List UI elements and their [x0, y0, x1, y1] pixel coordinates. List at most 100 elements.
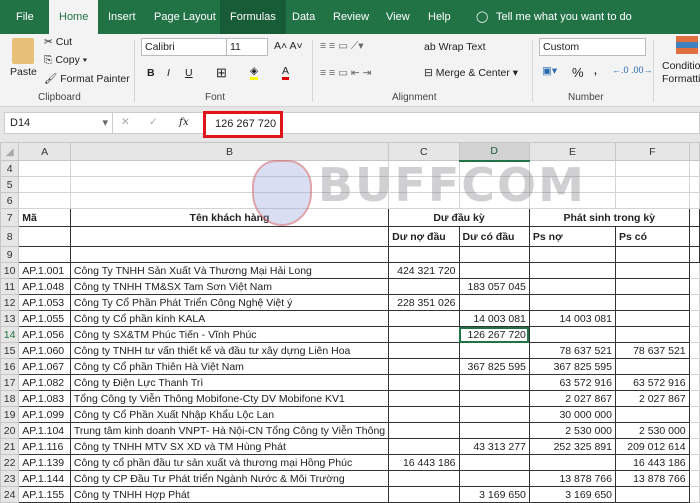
cell[interactable]: [688, 160, 700, 177]
cell-du-no-dau[interactable]: [388, 470, 460, 487]
cell[interactable]: [18, 176, 71, 193]
cell-ma[interactable]: AP.1.056: [18, 326, 71, 343]
cell-du-co-dau[interactable]: [458, 374, 530, 391]
select-all-button[interactable]: ◢: [0, 142, 20, 161]
cell-ps-no[interactable]: 252 325 891: [528, 438, 617, 455]
cell-ma[interactable]: AP.1.053: [18, 294, 71, 311]
cell-ma[interactable]: AP.1.067: [18, 358, 71, 375]
cell[interactable]: [18, 192, 71, 209]
cell-du-no-dau[interactable]: [388, 358, 460, 375]
formula-input-area[interactable]: ✕ ✓ fx: [112, 112, 700, 134]
row-header[interactable]: 11: [0, 278, 20, 295]
cell[interactable]: [688, 342, 700, 359]
cell-ps-co[interactable]: [615, 278, 690, 295]
percent-button[interactable]: %: [572, 65, 584, 80]
cell-ps-no[interactable]: 367 825 595: [528, 358, 617, 375]
cell[interactable]: [688, 246, 700, 263]
font-name-select[interactable]: Calibri: [141, 38, 227, 56]
cell-ps-no[interactable]: 14 003 081: [528, 310, 617, 327]
cell-ps-co[interactable]: 13 878 766: [615, 470, 690, 487]
row-header[interactable]: 15: [0, 342, 20, 359]
cell-du-co-dau[interactable]: [458, 342, 530, 359]
cell-ten[interactable]: Công Ty TNHH Sản Xuất Và Thương Mại Hải …: [69, 262, 390, 279]
cell-ma[interactable]: AP.1.082: [18, 374, 71, 391]
cell[interactable]: [615, 246, 690, 263]
header-du-co-dau[interactable]: Dư có đầu: [458, 226, 530, 247]
tab-page-layout[interactable]: Page Layout: [146, 0, 224, 34]
tab-help[interactable]: Help: [420, 0, 459, 34]
cell-ps-no[interactable]: 30 000 000: [528, 406, 617, 423]
cell-ten[interactable]: Công ty cổ phần đầu tư sản xuất và thươn…: [69, 454, 390, 471]
cell-du-co-dau[interactable]: 14 003 081: [458, 310, 530, 327]
indent-icons[interactable]: ≡ ≡ ▭ ⇤ ⇥: [320, 67, 371, 79]
row-header[interactable]: 24: [0, 486, 20, 503]
cell-du-no-dau[interactable]: 228 351 026: [388, 294, 460, 311]
conditional-formatting-button[interactable]: Conditional Formatting: [662, 60, 700, 86]
cell[interactable]: [688, 390, 700, 407]
cell[interactable]: [615, 176, 690, 193]
row-header[interactable]: 4: [0, 160, 20, 177]
cell-ma[interactable]: AP.1.001: [18, 262, 71, 279]
tab-formulas[interactable]: Formulas: [220, 0, 286, 34]
row-header[interactable]: 21: [0, 438, 20, 455]
cell-du-co-dau[interactable]: [458, 390, 530, 407]
row-header[interactable]: 23: [0, 470, 20, 487]
cell-ps-co[interactable]: [615, 310, 690, 327]
formula-input[interactable]: 126 267 720: [203, 111, 283, 138]
cell-ten[interactable]: Công ty TNHH TM&SX Tam Sơn Việt Nam: [69, 278, 390, 295]
cell-ten[interactable]: Công ty SX&TM Phúc Tiến - Vĩnh Phúc: [69, 326, 390, 343]
comma-button[interactable]: ,: [594, 65, 597, 77]
cell-ps-no[interactable]: 2 027 867: [528, 390, 617, 407]
cell-ps-no[interactable]: 2 530 000: [528, 422, 617, 439]
cell-ma[interactable]: AP.1.104: [18, 422, 71, 439]
cell-ten[interactable]: Trung tâm kinh doanh VNPT- Hà Nội-CN Tổn…: [69, 422, 390, 439]
header-ps-co[interactable]: Ps có: [615, 226, 690, 247]
cell-du-no-dau[interactable]: [388, 326, 460, 343]
cell[interactable]: [688, 208, 700, 227]
row-header[interactable]: 20: [0, 422, 20, 439]
cell[interactable]: [615, 160, 690, 177]
cell-ma[interactable]: AP.1.060: [18, 342, 71, 359]
cell-ps-co[interactable]: 209 012 614: [615, 438, 690, 455]
merge-center-button[interactable]: ⊟ Merge & Center ▾: [424, 67, 518, 79]
accounting-icon[interactable]: ▣▾: [542, 65, 557, 77]
header-ps-no[interactable]: Ps nợ: [528, 226, 617, 247]
row-header[interactable]: 16: [0, 358, 20, 375]
tab-insert[interactable]: Insert: [100, 0, 144, 34]
cell-du-no-dau[interactable]: [388, 374, 460, 391]
number-format-select[interactable]: Custom: [539, 38, 646, 56]
cell[interactable]: [528, 246, 617, 263]
cell-du-co-dau[interactable]: [458, 262, 530, 279]
cell[interactable]: [688, 310, 700, 327]
cell-du-no-dau[interactable]: [388, 342, 460, 359]
cell[interactable]: [688, 454, 700, 471]
cell-ps-co[interactable]: [615, 294, 690, 311]
cell-ps-no[interactable]: 3 169 650: [528, 486, 617, 503]
cell-ten[interactable]: Công ty TNHH MTV SX XD và TM Hùng Phát: [69, 438, 390, 455]
row-header[interactable]: 13: [0, 310, 20, 327]
cell-du-no-dau[interactable]: [388, 422, 460, 439]
cell-du-no-dau[interactable]: [388, 486, 460, 503]
cell-du-co-dau[interactable]: [458, 294, 530, 311]
cell-ten[interactable]: Công Ty Cổ Phần Phát Triển Công Nghệ Việ…: [69, 294, 390, 311]
wrap-text-button[interactable]: ab Wrap Text: [424, 41, 486, 53]
tab-home[interactable]: Home: [49, 0, 99, 34]
insert-function-icon[interactable]: fx: [179, 116, 189, 128]
decimal-icons[interactable]: ←.0 .00→: [612, 65, 653, 75]
font-size-select[interactable]: 11: [226, 38, 268, 56]
paste-button[interactable]: Paste: [10, 66, 37, 78]
cell-du-co-dau[interactable]: 367 825 595: [458, 358, 530, 375]
cut-button[interactable]: ✂ Cut: [44, 36, 72, 48]
cell-ma[interactable]: AP.1.139: [18, 454, 71, 471]
column-header-a[interactable]: A: [18, 142, 71, 161]
cell-ps-no[interactable]: [528, 454, 617, 471]
cell-du-co-dau[interactable]: [458, 470, 530, 487]
column-header-f[interactable]: F: [615, 142, 690, 161]
cell-ps-co[interactable]: 2 027 867: [615, 390, 690, 407]
cell-ps-co[interactable]: [615, 486, 690, 503]
cell-ten[interactable]: Công ty Cổ phần Thiên Hà Việt Nam: [69, 358, 390, 375]
cell-ten[interactable]: Tổng Công ty Viễn Thông Mobifone-Cty DV …: [69, 390, 390, 407]
cell-ps-no[interactable]: [528, 294, 617, 311]
underline-button[interactable]: U: [185, 67, 193, 79]
cell-ps-co[interactable]: [615, 358, 690, 375]
